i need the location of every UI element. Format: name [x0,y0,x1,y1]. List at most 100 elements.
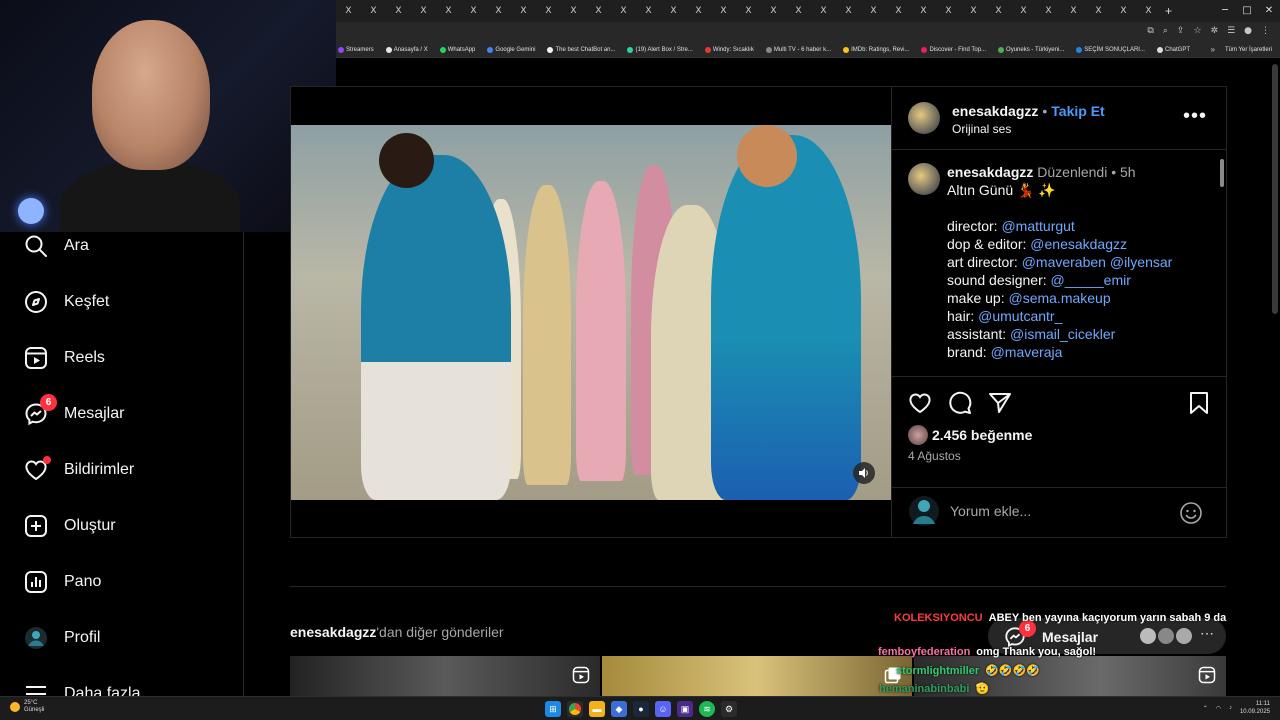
bookmark-item[interactable]: The best ChatBot an... [547,46,615,53]
sidebar-item-notifications[interactable]: Bildirimler [24,454,134,486]
follow-button[interactable]: Takip Et [1051,103,1104,119]
mention-link[interactable]: @_____emir [1051,272,1131,288]
browser-tab[interactable]: X [1061,0,1086,22]
profile-icon[interactable]: ● [1244,26,1252,36]
reel-video[interactable] [291,125,891,500]
share-icon[interactable]: ⇪ [1177,26,1185,36]
browser-tab[interactable]: X [411,0,436,22]
sidebar-item-search[interactable]: Ara [24,230,89,262]
browser-tab[interactable]: X [536,0,561,22]
browser-tab[interactable]: X [736,0,761,22]
bookmark-item[interactable]: ChatGPT [1156,46,1190,53]
more-options-icon[interactable]: ••• [1183,105,1207,128]
mute-button[interactable] [853,462,875,484]
sidebar-item-create[interactable]: Oluştur [24,510,116,542]
extensions-icon[interactable]: ✲ [1211,26,1219,36]
sidebar-item-explore[interactable]: Keşfet [24,286,109,318]
mention-link[interactable]: @ilyensar [1110,254,1172,270]
browser-tab[interactable]: X [786,0,811,22]
mention-link[interactable]: @matturgut [1001,218,1074,234]
bookmarks-more-icon[interactable]: » [1211,45,1215,54]
browser-tab[interactable]: X [961,0,986,22]
audio-link[interactable]: Orijinal ses [952,122,1011,136]
browser-tab[interactable]: X [686,0,711,22]
close-window-icon[interactable]: ✕ [1258,0,1280,22]
browser-tab[interactable]: X [936,0,961,22]
browser-tab[interactable]: X [586,0,611,22]
save-button[interactable] [1185,389,1213,417]
minimize-icon[interactable]: ─ [1214,0,1236,22]
likes-row[interactable]: 2.456 beğenme [908,425,1032,445]
browser-tab[interactable]: X [886,0,911,22]
bookmark-item[interactable]: (19) Alert Box / Stre... [627,46,693,53]
all-bookmarks-link[interactable]: Tüm Yer İşaretleri [1225,47,1272,53]
browser-tab[interactable]: X [561,0,586,22]
caption-username[interactable]: enesakdagzz [947,164,1033,180]
bookmark-item[interactable]: Oyuneks - Türkiyeni... [998,46,1064,53]
caption-avatar[interactable] [908,163,940,195]
install-app-icon[interactable]: ⧉ [1147,26,1153,36]
bookmark-item[interactable]: Streamers [338,46,374,53]
browser-tab[interactable]: X [486,0,511,22]
author-avatar[interactable] [908,102,940,134]
mention-link[interactable]: @maveraben [1022,254,1106,270]
messages-more-icon[interactable]: ⋯ [1200,625,1214,642]
caption-scroll-thumb[interactable] [1220,159,1224,187]
browser-tab[interactable]: X [361,0,386,22]
browser-menu-icon[interactable]: ⋮ [1261,26,1270,36]
tray-chevron-icon[interactable]: ⌃ [1203,705,1208,712]
address-bar[interactable]: ⧉ ⌕ ⇪ ☆ ✲ ☰ ● ⋮ [336,22,1280,42]
mention-link[interactable]: @enesakdagzz [1030,236,1127,252]
browser-tab[interactable]: X [1011,0,1036,22]
page-scrollbar[interactable] [1272,64,1278,314]
browser-tab[interactable]: X [761,0,786,22]
bookmark-item[interactable]: Google Gemini [487,46,535,53]
browser-tab[interactable]: X [461,0,486,22]
browser-tab[interactable]: X [336,0,361,22]
start-icon[interactable]: ⊞ [545,701,561,717]
emoji-button[interactable] [1179,501,1203,530]
share-button[interactable] [986,389,1014,417]
browser-tab[interactable]: X [1111,0,1136,22]
sidebar-item-reels[interactable]: Reels [24,342,105,374]
app-icon-blue[interactable]: ◆ [611,701,627,717]
like-button[interactable] [906,389,934,417]
browser-tab[interactable]: X [1136,0,1161,22]
browser-tab[interactable]: X [661,0,686,22]
sidebar-item-dashboard[interactable]: Pano [24,566,101,598]
discord-icon[interactable]: ☺ [655,701,671,717]
comment-input[interactable] [950,499,1170,523]
bookmark-item[interactable]: Discover - Find Top... [921,46,986,53]
browser-tab[interactable]: X [436,0,461,22]
browser-tab[interactable]: X [511,0,536,22]
spotify-icon[interactable]: ≋ [699,701,715,717]
mention-link[interactable]: @maveraja [991,344,1063,360]
sidebar-item-messages[interactable]: 6 Mesajlar [24,394,124,430]
tab-search-icon[interactable]: ☰ [1227,26,1235,36]
bookmark-item[interactable]: IMDb: Ratings, Revi... [843,46,909,53]
bookmark-item[interactable]: WhatsApp [439,46,475,53]
author-username[interactable]: enesakdagzz [952,103,1038,119]
caption-scrollbar[interactable] [1220,151,1224,376]
settings-icon[interactable]: ⚙ [721,701,737,717]
likes-count[interactable]: 2.456 beğenme [932,427,1032,443]
browser-tab[interactable]: X [636,0,661,22]
browser-tab[interactable]: X [711,0,736,22]
browser-tab[interactable]: X [986,0,1011,22]
zoom-icon[interactable]: ⌕ [1163,26,1168,36]
browser-tab[interactable]: X [911,0,936,22]
mention-link[interactable]: @sema.makeup [1008,290,1110,306]
browser-tab[interactable]: X [611,0,636,22]
bookmark-item[interactable]: SEÇİM SONUÇLARI... [1076,46,1145,53]
sidebar-item-profile[interactable]: Profil [24,622,100,654]
bookmark-item[interactable]: Windy: Sıcaklık [704,46,754,53]
wifi-icon[interactable]: ◠ [1216,705,1221,712]
browser-tab[interactable]: X [861,0,886,22]
steam-icon[interactable]: ● [633,701,649,717]
maximize-icon[interactable]: □ [1236,0,1258,22]
mention-link[interactable]: @umutcantr_ [978,308,1062,324]
browser-tab[interactable]: X [1086,0,1111,22]
mention-link[interactable]: @ismail_cicekler [1010,326,1115,342]
comment-button[interactable] [946,389,974,417]
browser-tab[interactable]: X [1036,0,1061,22]
